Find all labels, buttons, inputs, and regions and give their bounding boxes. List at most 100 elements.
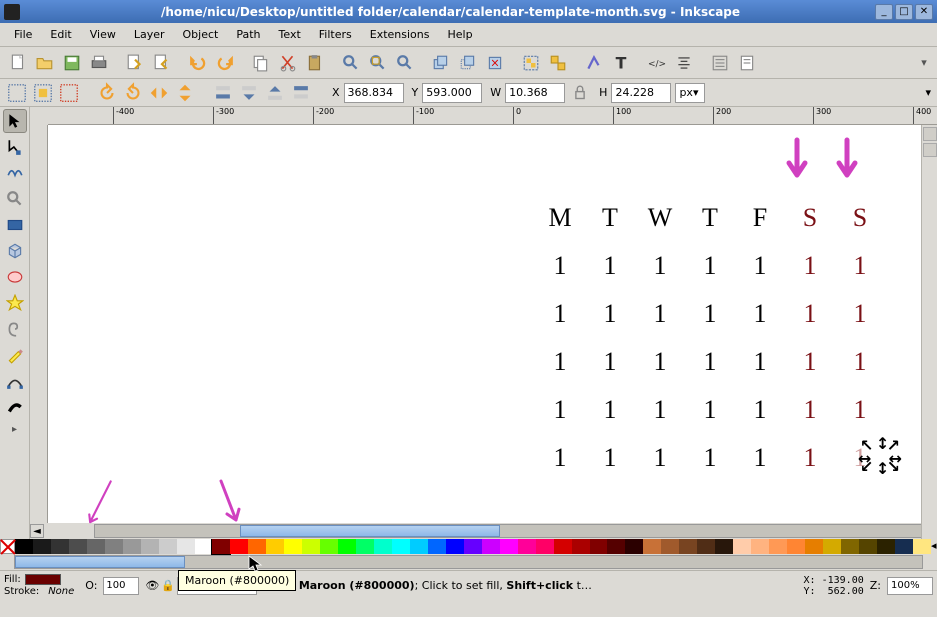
- color-swatch[interactable]: [859, 539, 877, 554]
- calendar-cell[interactable]: 1: [545, 299, 575, 329]
- flip-v-button[interactable]: [174, 82, 196, 104]
- layer-lock-icon[interactable]: 🔒: [161, 579, 175, 592]
- color-swatch[interactable]: [572, 539, 590, 554]
- menu-extensions[interactable]: Extensions: [362, 25, 438, 44]
- color-swatch[interactable]: [554, 539, 572, 554]
- menu-help[interactable]: Help: [439, 25, 480, 44]
- ruler-horizontal[interactable]: -400-300-200-1000100200300400: [48, 107, 937, 125]
- snap-option[interactable]: [923, 143, 937, 157]
- new-button[interactable]: [6, 51, 30, 75]
- color-swatch[interactable]: [769, 539, 787, 554]
- snap-toggle[interactable]: [923, 127, 937, 141]
- calendar-cell[interactable]: 1: [595, 395, 625, 425]
- menu-object[interactable]: Object: [175, 25, 227, 44]
- color-swatch[interactable]: [284, 539, 302, 554]
- zoom-selection-button[interactable]: [339, 51, 363, 75]
- clone-button[interactable]: [456, 51, 480, 75]
- select-all-button[interactable]: [32, 82, 54, 104]
- raise-top-button[interactable]: [290, 82, 312, 104]
- color-swatch[interactable]: [607, 539, 625, 554]
- fill-swatch[interactable]: [25, 574, 61, 585]
- prefs-button[interactable]: [708, 51, 732, 75]
- color-swatch[interactable]: [428, 539, 446, 554]
- rect-tool[interactable]: [3, 213, 27, 237]
- calendar-cell[interactable]: 1: [745, 299, 775, 329]
- calendar-cell[interactable]: 1: [645, 395, 675, 425]
- bezier-tool[interactable]: [3, 369, 27, 393]
- color-swatch[interactable]: [230, 539, 248, 554]
- day-header[interactable]: S: [845, 203, 875, 233]
- color-swatch[interactable]: [661, 539, 679, 554]
- save-button[interactable]: [60, 51, 84, 75]
- maximize-button[interactable]: □: [895, 4, 913, 20]
- raise-button[interactable]: [264, 82, 286, 104]
- color-swatch[interactable]: [500, 539, 518, 554]
- lock-ratio-button[interactable]: [569, 82, 591, 104]
- day-header[interactable]: F: [745, 203, 775, 233]
- calendar-cell[interactable]: 1: [595, 443, 625, 473]
- color-swatch[interactable]: [895, 539, 913, 554]
- calendar-cell[interactable]: 1: [695, 347, 725, 377]
- color-swatch[interactable]: [913, 539, 931, 554]
- copy-button[interactable]: [249, 51, 273, 75]
- calendar-cell[interactable]: 1: [845, 347, 875, 377]
- menu-layer[interactable]: Layer: [126, 25, 173, 44]
- paste-button[interactable]: [303, 51, 327, 75]
- lower-bottom-button[interactable]: [212, 82, 234, 104]
- color-swatch[interactable]: [625, 539, 643, 554]
- calendar-cell[interactable]: 1: [695, 443, 725, 473]
- day-header[interactable]: S: [795, 203, 825, 233]
- calendar-cell[interactable]: 1: [695, 395, 725, 425]
- cut-button[interactable]: [276, 51, 300, 75]
- opacity-input[interactable]: 100: [103, 577, 139, 595]
- color-swatch[interactable]: [338, 539, 356, 554]
- tweak-tool[interactable]: [3, 161, 27, 185]
- color-swatch[interactable]: [751, 539, 769, 554]
- node-tool[interactable]: [3, 135, 27, 159]
- calendar-cell[interactable]: 1: [845, 395, 875, 425]
- color-swatch[interactable]: [105, 539, 123, 554]
- calendar-cell[interactable]: 1: [695, 299, 725, 329]
- close-button[interactable]: ✕: [915, 4, 933, 20]
- zoom-tool[interactable]: [3, 187, 27, 211]
- calendar-cell[interactable]: 1: [695, 251, 725, 281]
- color-swatch[interactable]: [374, 539, 392, 554]
- color-swatch[interactable]: [841, 539, 859, 554]
- menu-file[interactable]: File: [6, 25, 40, 44]
- color-swatch[interactable]: [195, 539, 213, 554]
- docprops-button[interactable]: [735, 51, 759, 75]
- controls-overflow[interactable]: ▾: [925, 86, 931, 99]
- color-swatch[interactable]: [33, 539, 51, 554]
- calendar-cell[interactable]: 1: [745, 395, 775, 425]
- menu-text[interactable]: Text: [271, 25, 309, 44]
- menu-edit[interactable]: Edit: [42, 25, 79, 44]
- color-swatch[interactable]: [141, 539, 159, 554]
- color-swatch[interactable]: [590, 539, 608, 554]
- zoom-out-arrow-icon[interactable]: ◄: [30, 524, 44, 538]
- redo-button[interactable]: [213, 51, 237, 75]
- calendar-cell[interactable]: 1: [595, 251, 625, 281]
- minimize-button[interactable]: _: [875, 4, 893, 20]
- w-input[interactable]: 10.368: [505, 83, 565, 103]
- x-input[interactable]: 368.834: [344, 83, 404, 103]
- calendar-cell[interactable]: 1: [645, 443, 675, 473]
- day-header[interactable]: M: [545, 203, 575, 233]
- undo-button[interactable]: [186, 51, 210, 75]
- toolbox-more-icon[interactable]: ▸: [12, 424, 17, 435]
- rotate-cw-button[interactable]: [122, 82, 144, 104]
- color-swatch[interactable]: [482, 539, 500, 554]
- calendar-cell[interactable]: 1: [795, 347, 825, 377]
- color-swatch[interactable]: [302, 539, 320, 554]
- menu-path[interactable]: Path: [228, 25, 268, 44]
- lower-button[interactable]: [238, 82, 260, 104]
- ungroup-button[interactable]: [546, 51, 570, 75]
- palette-handle[interactable]: ◂: [931, 539, 937, 555]
- star-tool[interactable]: [3, 291, 27, 315]
- calendar-cell[interactable]: 1: [545, 251, 575, 281]
- zoom-page-button[interactable]: [393, 51, 417, 75]
- calendar-cell[interactable]: 1: [645, 347, 675, 377]
- color-swatch[interactable]: [266, 539, 284, 554]
- rotate-ccw-button[interactable]: [96, 82, 118, 104]
- calendar-cell[interactable]: 1: [545, 443, 575, 473]
- color-swatch[interactable]: [679, 539, 697, 554]
